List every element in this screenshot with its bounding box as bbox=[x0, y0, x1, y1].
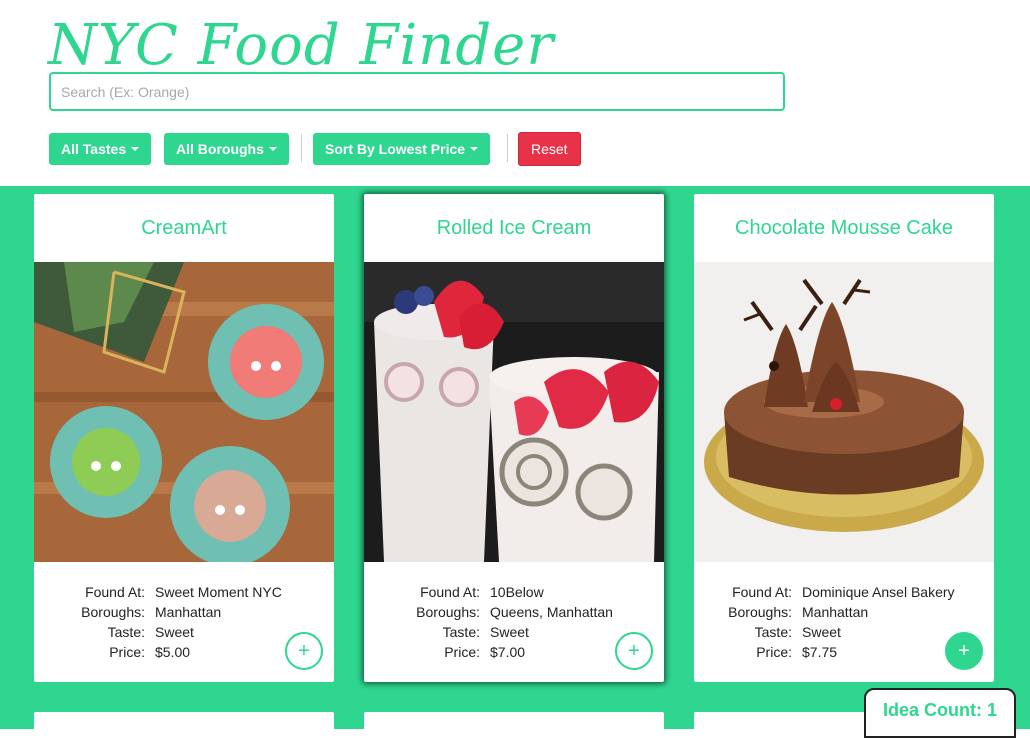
sort-label: Sort By Lowest Price bbox=[325, 141, 466, 157]
caret-down-icon bbox=[131, 147, 140, 151]
boroughs-label: Boroughs: bbox=[416, 604, 480, 620]
taste-label: Taste: bbox=[107, 624, 145, 640]
found-at-value: 10Below bbox=[490, 584, 544, 600]
detail-row: Boroughs: Manhattan bbox=[694, 602, 994, 622]
add-idea-button[interactable]: + bbox=[615, 632, 653, 670]
found-at-label: Found At: bbox=[85, 584, 145, 600]
results-grid: CreamArt Found At: Sweet Moment NYC Borou… bbox=[0, 186, 1030, 729]
food-card[interactable] bbox=[34, 712, 334, 729]
card-details: Found At: Dominique Ansel Bakery Boroughs… bbox=[694, 562, 994, 670]
detail-row: Boroughs: Queens, Manhattan bbox=[364, 602, 664, 622]
divider bbox=[507, 134, 508, 162]
card-title[interactable]: Chocolate Mousse Cake bbox=[694, 194, 994, 262]
card-details: Found At: 10Below Boroughs: Queens, Manhat… bbox=[364, 562, 664, 670]
header: NYC Food Finder All Tastes All Boroughs … bbox=[0, 0, 1030, 186]
borough-filter-dropdown[interactable]: All Boroughs bbox=[164, 133, 289, 165]
detail-row: Boroughs: Manhattan bbox=[34, 602, 334, 622]
boroughs-value: Manhattan bbox=[802, 604, 869, 620]
detail-row: Found At: Dominique Ansel Bakery bbox=[694, 582, 994, 602]
found-at-label: Found At: bbox=[732, 584, 792, 600]
caret-down-icon bbox=[268, 147, 277, 151]
boroughs-value: Manhattan bbox=[155, 604, 222, 620]
detail-row: Found At: Sweet Moment NYC bbox=[34, 582, 334, 602]
divider bbox=[301, 134, 302, 162]
plus-icon: + bbox=[958, 639, 970, 662]
idea-count-tab[interactable]: Idea Count: 1 bbox=[864, 688, 1016, 738]
taste-label: Taste: bbox=[754, 624, 792, 640]
card-title[interactable]: Rolled Ice Cream bbox=[364, 194, 664, 262]
caret-down-icon bbox=[470, 147, 479, 151]
food-photo bbox=[364, 262, 664, 562]
plus-icon: + bbox=[628, 639, 640, 662]
plus-icon: + bbox=[298, 639, 310, 662]
food-card[interactable]: Rolled Ice Cream Found At: 10Below Boroug… bbox=[364, 194, 664, 682]
food-card[interactable]: Chocolate Mousse Cake Found At: Dominique… bbox=[694, 194, 994, 682]
borough-filter-label: All Boroughs bbox=[176, 141, 264, 157]
price-value: $5.00 bbox=[155, 644, 191, 660]
detail-row: Found At: 10Below bbox=[364, 582, 664, 602]
taste-filter-label: All Tastes bbox=[61, 141, 127, 157]
food-photo bbox=[694, 262, 994, 562]
price-value: $7.00 bbox=[490, 644, 526, 660]
price-label: Price: bbox=[444, 644, 480, 660]
found-at-value: Dominique Ansel Bakery bbox=[802, 584, 955, 600]
card-details: Found At: Sweet Moment NYC Boroughs: Manha… bbox=[34, 562, 334, 670]
taste-value: Sweet bbox=[490, 624, 529, 640]
boroughs-label: Boroughs: bbox=[728, 604, 792, 620]
add-idea-button[interactable]: + bbox=[285, 632, 323, 670]
add-idea-button[interactable]: + bbox=[945, 632, 983, 670]
price-label: Price: bbox=[109, 644, 145, 660]
sort-dropdown[interactable]: Sort By Lowest Price bbox=[313, 133, 491, 165]
taste-label: Taste: bbox=[442, 624, 480, 640]
taste-value: Sweet bbox=[155, 624, 194, 640]
food-photo bbox=[34, 262, 334, 562]
taste-value: Sweet bbox=[802, 624, 841, 640]
food-card[interactable]: CreamArt Found At: Sweet Moment NYC Borou… bbox=[34, 194, 334, 682]
boroughs-value: Queens, Manhattan bbox=[490, 604, 613, 620]
reset-button[interactable]: Reset bbox=[518, 132, 581, 166]
taste-filter-dropdown[interactable]: All Tastes bbox=[49, 133, 152, 165]
boroughs-label: Boroughs: bbox=[81, 604, 145, 620]
food-card[interactable] bbox=[364, 712, 664, 729]
price-label: Price: bbox=[756, 644, 792, 660]
search-input[interactable] bbox=[49, 72, 785, 111]
found-at-label: Found At: bbox=[420, 584, 480, 600]
found-at-value: Sweet Moment NYC bbox=[155, 584, 282, 600]
card-title[interactable]: CreamArt bbox=[34, 194, 334, 262]
price-value: $7.75 bbox=[802, 644, 838, 660]
